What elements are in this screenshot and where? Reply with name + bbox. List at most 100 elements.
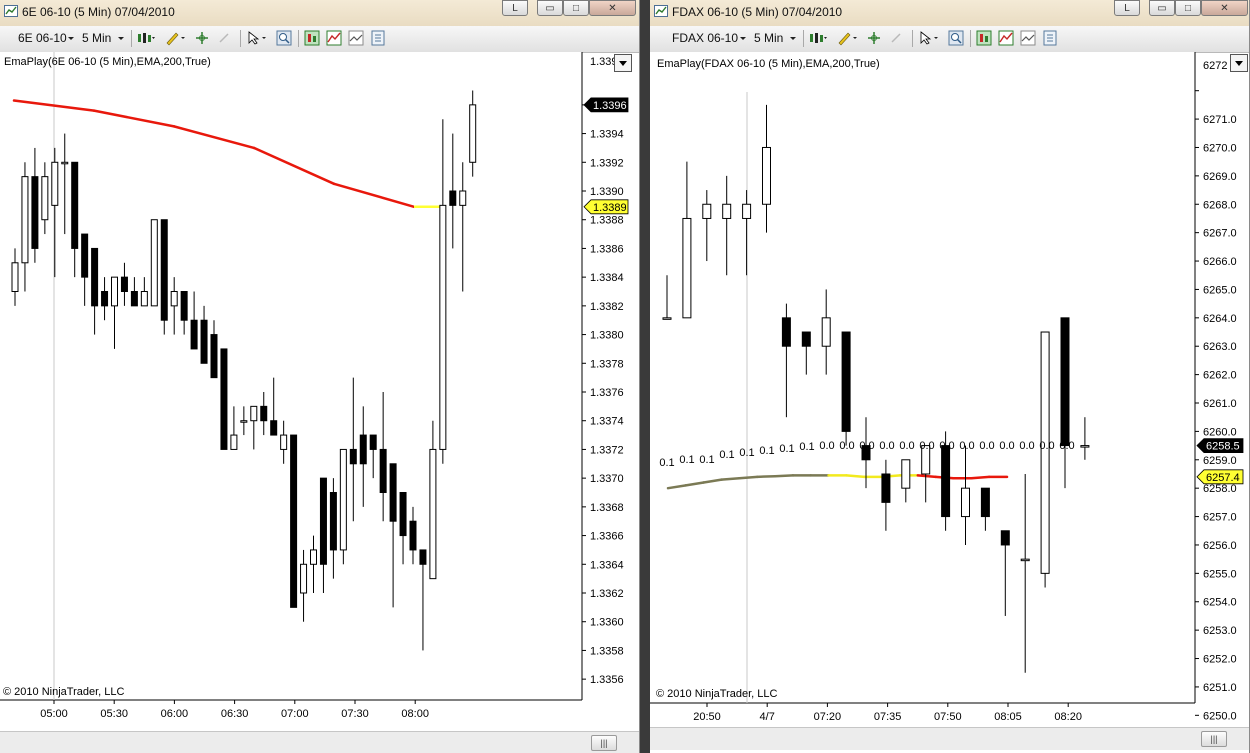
chart-toolbar: FDAX 06-10 5 Min — [650, 26, 1249, 53]
ema-line-segment — [845, 474, 866, 479]
candle-body — [41, 176, 49, 221]
toolbar-separator — [298, 30, 299, 47]
price-tick-label: 1.3390 — [590, 186, 624, 198]
scroll-grip[interactable]: ||| — [1201, 731, 1227, 747]
chart-window-icon — [654, 5, 668, 17]
minimize-button[interactable]: ▭ — [537, 0, 563, 16]
ema-slope-label: 0.0 — [879, 440, 894, 452]
price-tick-label: 6269.0 — [1203, 171, 1237, 183]
price-tick-label: 6268.0 — [1203, 199, 1237, 211]
ema-slope-label: 0.0 — [899, 440, 914, 452]
ema-slope-label: 0.0 — [919, 440, 934, 452]
price-tick-label: 6266.0 — [1203, 256, 1237, 268]
restore-button[interactable]: L — [1114, 0, 1140, 16]
ema-line-segment — [916, 474, 937, 479]
pointer-icon[interactable] — [246, 30, 268, 46]
title-bar[interactable]: 6E 06-10 (5 Min) 07/04/2010 L ▭ □ ✕ — [0, 0, 639, 26]
maximize-button[interactable]: □ — [1175, 0, 1201, 16]
time-tick-label: 07:20 — [814, 711, 842, 723]
price-tick-label: 6265.0 — [1203, 284, 1237, 296]
ema-price-tag: 6257.4 — [1206, 472, 1240, 484]
title-bar[interactable]: FDAX 06-10 (5 Min) 07/04/2010 L ▭ □ ✕ — [650, 0, 1249, 26]
strategies-icon[interactable] — [1020, 30, 1036, 46]
scroll-grip[interactable]: ||| — [591, 735, 617, 751]
candle-body — [379, 448, 387, 493]
indicators-icon[interactable] — [998, 30, 1014, 46]
crosshair-icon[interactable] — [194, 30, 210, 46]
chart-menu-dropdown[interactable] — [614, 54, 632, 72]
crosshair-icon[interactable] — [866, 30, 882, 46]
crosshair-icon[interactable] — [888, 30, 904, 46]
time-tick-label: 08:05 — [994, 711, 1022, 723]
candle-body — [71, 161, 79, 249]
price-tick-label: 1.3360 — [590, 617, 624, 629]
maximize-button[interactable]: □ — [563, 0, 589, 16]
time-tick-label: 07:30 — [341, 708, 369, 720]
price-tick-label: 6253.0 — [1203, 625, 1237, 637]
close-button[interactable]: ✕ — [1201, 0, 1248, 16]
window-title: FDAX 06-10 (5 Min) 07/04/2010 — [672, 5, 843, 19]
zoom-icon[interactable] — [276, 30, 292, 46]
toolbar-separator — [131, 30, 132, 47]
data-box-icon[interactable] — [976, 30, 992, 46]
minimize-button[interactable]: ▭ — [1149, 0, 1175, 16]
horizontal-scrollbar[interactable]: ||| — [0, 731, 639, 753]
price-tick-label: 1.3362 — [590, 588, 624, 600]
price-tick-label: 1.3376 — [590, 387, 624, 399]
time-tick-label: 08:00 — [401, 708, 429, 720]
close-button[interactable]: ✕ — [589, 0, 636, 16]
instrument-selector[interactable]: FDAX 06-10 — [672, 31, 738, 45]
candle-body — [220, 348, 228, 450]
ema-slope-label: 0.0 — [959, 440, 974, 452]
instrument-selector[interactable]: 6E 06-10 — [18, 31, 67, 45]
price-chart[interactable]: 1.3396 1.3394 1.3392 1.3390 1.3388 1.3386 1.33… — [0, 52, 640, 730]
candle-body — [980, 487, 990, 518]
candle-body — [300, 563, 308, 594]
ema-price-tag: 1.3389 — [593, 202, 627, 214]
price-tick-label: 1.3374 — [590, 416, 624, 428]
chart-menu-dropdown[interactable] — [1230, 54, 1248, 72]
candle-body — [821, 317, 831, 347]
ema-slope-label: 0.1 — [719, 449, 734, 461]
pointer-icon[interactable] — [918, 30, 940, 46]
drawing-pencil-icon[interactable] — [836, 30, 858, 46]
strategies-icon[interactable] — [348, 30, 364, 46]
interval-selector[interactable]: 5 Min — [754, 31, 783, 45]
crosshair-icon[interactable] — [216, 30, 232, 46]
time-tick-label: 20:50 — [693, 711, 721, 723]
time-tick-label: 07:50 — [934, 711, 962, 723]
properties-icon[interactable] — [1042, 30, 1058, 46]
dropdown-arrow-icon[interactable] — [788, 30, 798, 46]
chart-window-6e: 6E 06-10 (5 Min) 07/04/2010 L ▭ □ ✕ 6E 0… — [0, 0, 640, 753]
dropdown-arrow-icon[interactable] — [116, 30, 126, 46]
candle-body — [1000, 530, 1010, 546]
candle-body — [801, 331, 811, 347]
bar-style-icon[interactable] — [808, 30, 828, 46]
candle-body — [160, 219, 168, 321]
candle-body — [662, 317, 672, 320]
data-box-icon[interactable] — [304, 30, 320, 46]
chart-toolbar: 6E 06-10 5 Min — [0, 26, 639, 53]
bar-style-icon[interactable] — [136, 30, 156, 46]
horizontal-scrollbar[interactable]: ||| — [650, 727, 1249, 750]
zoom-icon[interactable] — [948, 30, 964, 46]
interval-selector[interactable]: 5 Min — [82, 31, 111, 45]
candle-body — [459, 190, 467, 206]
candle-body — [130, 291, 138, 307]
candle-body — [419, 549, 427, 565]
window-gap — [640, 0, 650, 753]
dropdown-arrow-icon[interactable] — [738, 30, 748, 46]
last-price-tag: 6258.5 — [1206, 441, 1240, 453]
properties-icon[interactable] — [370, 30, 386, 46]
price-chart[interactable]: 6272 6271.0 6270.0 6269.0 6268.0 6267.0 6266.0… — [650, 52, 1250, 730]
price-tick-label: 1.3380 — [590, 330, 624, 342]
indicators-icon[interactable] — [326, 30, 342, 46]
price-tick-label: 6267.0 — [1203, 228, 1237, 240]
candle-body — [339, 448, 347, 551]
candle-body — [961, 487, 970, 518]
dropdown-arrow-icon[interactable] — [66, 30, 76, 46]
restore-button[interactable]: L — [502, 0, 528, 16]
candle-body — [310, 549, 317, 565]
drawing-pencil-icon[interactable] — [164, 30, 186, 46]
time-tick-label: 05:30 — [100, 708, 128, 720]
